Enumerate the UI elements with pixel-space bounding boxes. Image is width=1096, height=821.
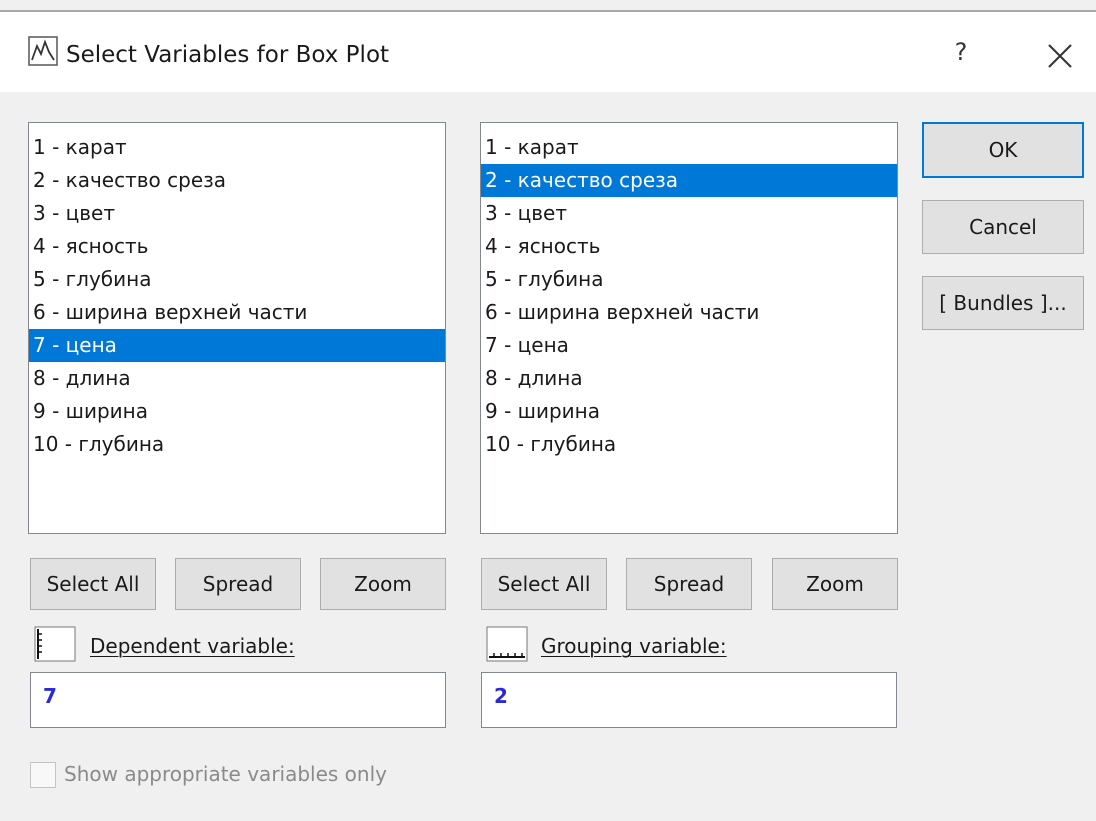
variable-list-left[interactable]: 1 - карат 2 - качество среза 3 - цвет 4 - я… — [28, 122, 446, 534]
select-variables-dialog: Select Variables for Box Plot ? 1 - кара… — [0, 0, 1096, 821]
right-zoom-button[interactable]: Zoom — [772, 558, 898, 610]
right-select-all-button[interactable]: Select All — [481, 558, 607, 610]
variable-list-item[interactable]: 5 - глубина — [481, 263, 897, 296]
variable-list-item[interactable]: 8 - длина — [481, 362, 897, 395]
variable-list-item[interactable]: 5 - глубина — [29, 263, 445, 296]
variable-list-item[interactable]: 3 - цвет — [481, 197, 897, 230]
show-appropriate-checkbox[interactable] — [30, 762, 56, 788]
variable-list-item[interactable]: 4 - ясность — [29, 230, 445, 263]
variable-list-item[interactable]: 6 - ширина верхней части — [29, 296, 445, 329]
help-button[interactable]: ? — [946, 34, 976, 70]
grouping-variable-field[interactable]: 2 — [481, 672, 897, 728]
dependent-variable-field[interactable]: 7 — [30, 672, 446, 728]
variable-list-item[interactable]: 7 - цена — [29, 329, 445, 362]
variable-list-item[interactable]: 10 - глубина — [29, 428, 445, 461]
variable-list-item[interactable]: 4 - ясность — [481, 230, 897, 263]
left-zoom-button[interactable]: Zoom — [320, 558, 446, 610]
variable-list-item[interactable]: 3 - цвет — [29, 197, 445, 230]
variable-list-item[interactable]: 9 - ширина — [29, 395, 445, 428]
show-appropriate-label: Show appropriate variables only — [64, 762, 387, 786]
variable-list-item[interactable]: 1 - карат — [481, 131, 897, 164]
variable-list-item[interactable]: 2 - качество среза — [29, 164, 445, 197]
grouping-variable-label-text: Grouping variable: — [541, 634, 727, 658]
box-plot-app-icon — [28, 36, 58, 66]
variable-list-right[interactable]: 1 - карат 2 - качество среза 3 - цвет 4 - я… — [480, 122, 898, 534]
ok-button[interactable]: OK — [922, 122, 1084, 178]
variable-list-item[interactable]: 9 - ширина — [481, 395, 897, 428]
dependent-variable-icon — [34, 626, 76, 662]
left-select-all-button[interactable]: Select All — [30, 558, 156, 610]
dependent-variable-label: Dependent variable: — [90, 634, 295, 658]
variable-list-item[interactable]: 6 - ширина верхней части — [481, 296, 897, 329]
bundles-button[interactable]: [ Bundles ]... — [922, 276, 1084, 330]
cancel-button[interactable]: Cancel — [922, 200, 1084, 254]
grouping-variable-icon — [486, 626, 528, 662]
variable-list-item[interactable]: 1 - карат — [29, 131, 445, 164]
right-spread-button[interactable]: Spread — [626, 558, 752, 610]
variable-list-item[interactable]: 2 - качество среза — [481, 164, 897, 197]
title-bar: Select Variables for Box Plot ? — [0, 12, 1096, 92]
variable-list-item[interactable]: 10 - глубина — [481, 428, 897, 461]
dialog-title: Select Variables for Box Plot — [66, 42, 390, 68]
dependent-variable-label-text: Dependent variable: — [90, 634, 295, 658]
left-spread-button[interactable]: Spread — [175, 558, 301, 610]
variable-list-item[interactable]: 7 - цена — [481, 329, 897, 362]
close-icon[interactable] — [1040, 36, 1080, 76]
variable-list-item[interactable]: 8 - длина — [29, 362, 445, 395]
grouping-variable-label: Grouping variable: — [541, 634, 727, 658]
